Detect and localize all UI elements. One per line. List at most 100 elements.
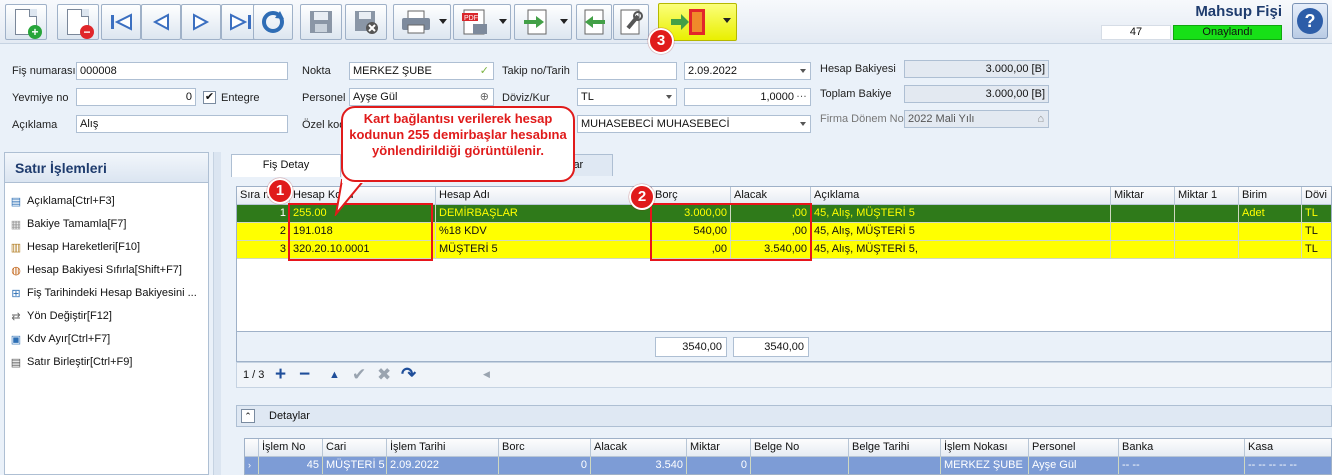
add-row-icon[interactable]: +: [275, 364, 286, 386]
side-item-satir-birlestir[interactable]: ▤ Satır Birleştir[Ctrl+F9]: [9, 353, 133, 371]
cell-aciklama[interactable]: 45, Alış, MÜŞTERİ 5: [811, 205, 1111, 223]
balance-icon: ▦: [10, 218, 22, 231]
refresh-button[interactable]: [253, 4, 293, 40]
cell-doviz[interactable]: TL: [1302, 223, 1331, 241]
col-birim[interactable]: Birim: [1239, 187, 1302, 205]
cell-belge-no[interactable]: [751, 457, 849, 474]
col-aciklama[interactable]: Açıklama: [811, 187, 1111, 205]
col-banka[interactable]: Banka: [1119, 439, 1245, 457]
personel-input[interactable]: Ayşe Gül ⊕: [349, 88, 494, 106]
next-record-button[interactable]: [181, 4, 221, 40]
splitter[interactable]: [213, 152, 221, 475]
first-record-button[interactable]: [101, 4, 141, 40]
cell-belge-tarihi[interactable]: [849, 457, 941, 474]
cell-islem-nokasi[interactable]: MERKEZ ŞUBE: [941, 457, 1029, 474]
personel-value: Ayşe Gül: [353, 91, 398, 103]
col-belge-tarihi[interactable]: Belge Tarihi: [849, 439, 941, 457]
remove-row-icon[interactable]: −: [299, 364, 310, 386]
fis-numarasi-input[interactable]: 000008: [76, 62, 288, 80]
side-item-hesap-hareketleri[interactable]: ▥ Hesap Hareketleri[F10]: [9, 238, 140, 256]
col-belge-no[interactable]: Belge No: [751, 439, 849, 457]
muhasebeci-select[interactable]: MUHASEBECİ MUHASEBECİ: [577, 115, 811, 133]
col-miktar[interactable]: Miktar: [687, 439, 751, 457]
help-button[interactable]: ?: [1292, 3, 1328, 39]
tax-card-icon: ▣: [10, 333, 22, 346]
col-borc[interactable]: Borc: [499, 439, 591, 457]
scroll-left-icon[interactable]: ◀: [483, 369, 490, 380]
cell-personel[interactable]: Ayşe Gül: [1029, 457, 1119, 474]
annotation-badge-1: 1: [267, 178, 293, 204]
cell-hesap-adi[interactable]: %18 KDV: [436, 223, 652, 241]
cancel-icon[interactable]: ✖: [377, 365, 391, 385]
tarih-input[interactable]: 2.09.2022: [684, 62, 811, 80]
cell-doviz[interactable]: TL: [1302, 205, 1331, 223]
cell-birim[interactable]: [1239, 223, 1302, 241]
aciklama-input[interactable]: Alış: [76, 115, 288, 133]
cell-miktar-1[interactable]: [1175, 241, 1239, 259]
col-islem-no[interactable]: İşlem No: [259, 439, 323, 457]
side-item-hesap-bakiyesi-sifirla[interactable]: ◍ Hesap Bakiyesi Sıfırla[Shift+F7]: [9, 261, 182, 279]
cell-kasa[interactable]: -- -- -- -- --: [1245, 457, 1331, 474]
tab-fis-detay[interactable]: Fiş Detay: [231, 154, 341, 177]
kur-input[interactable]: 1,0000…: [684, 88, 811, 106]
col-doviz[interactable]: Dövi: [1302, 187, 1331, 205]
col-miktar[interactable]: Miktar: [1111, 187, 1175, 205]
side-item-yon-degistir[interactable]: ⇄ Yön Değiştir[F12]: [9, 307, 112, 325]
doviz-select[interactable]: TL: [577, 88, 677, 106]
side-item-aciklama[interactable]: ▤ Açıklama[Ctrl+F3]: [9, 192, 115, 210]
cell-aciklama[interactable]: 45, Alış, MÜŞTERİ 5: [811, 223, 1111, 241]
new-document-button[interactable]: +: [5, 4, 47, 40]
cell-hesap-adi[interactable]: MÜŞTERİ 5: [436, 241, 652, 259]
cell-hesap-adi[interactable]: DEMİRBAŞLAR: [436, 205, 652, 223]
cell-islem-tarihi[interactable]: 2.09.2022: [387, 457, 499, 474]
cell-doviz[interactable]: TL: [1302, 241, 1331, 259]
confirm-icon[interactable]: ✔: [352, 365, 366, 385]
detaylar-bar[interactable]: ⌃ Detaylar: [236, 405, 1332, 427]
hesap-bakiyesi-label: Hesap Bakiyesi: [820, 63, 896, 75]
cell-miktar[interactable]: [1111, 205, 1175, 223]
col-miktar-1[interactable]: Miktar 1: [1175, 187, 1239, 205]
export-button[interactable]: [514, 4, 572, 40]
cell-islem-no[interactable]: 45: [259, 457, 323, 474]
col-cari[interactable]: Cari: [323, 439, 387, 457]
cell-aciklama[interactable]: 45, Alış, MÜŞTERİ 5,: [811, 241, 1111, 259]
cell-banka[interactable]: -- --: [1119, 457, 1245, 474]
pdf-export-button[interactable]: PDF: [453, 4, 511, 40]
col-islem-tarihi[interactable]: İşlem Tarihi: [387, 439, 499, 457]
redo-icon[interactable]: ↷: [401, 364, 416, 385]
side-item-fis-tarihindeki-bakiye[interactable]: ⊞ Fiş Tarihindeki Hesap Bakiyesini ...: [9, 284, 196, 302]
col-hesap-adi[interactable]: Hesap Adı: [436, 187, 652, 205]
cell-miktar[interactable]: 0: [687, 457, 751, 474]
col-personel[interactable]: Personel: [1029, 439, 1119, 457]
cell-miktar-1[interactable]: [1175, 223, 1239, 241]
save-cancel-button[interactable]: [345, 4, 387, 40]
cell-alacak[interactable]: 3.540: [591, 457, 687, 474]
print-button[interactable]: [393, 4, 451, 40]
col-kasa[interactable]: Kasa: [1245, 439, 1331, 457]
cell-borc[interactable]: 0: [499, 457, 591, 474]
collapse-icon[interactable]: ⌃: [241, 409, 255, 423]
takip-no-input[interactable]: [577, 62, 677, 80]
entegre-checkbox[interactable]: ✔: [203, 91, 216, 104]
cell-miktar[interactable]: [1111, 223, 1175, 241]
ellipsis-icon: …: [796, 88, 807, 100]
previous-record-button[interactable]: [141, 4, 181, 40]
side-item-bakiye-tamamla[interactable]: ▦ Bakiye Tamamla[F7]: [9, 215, 127, 233]
import-button[interactable]: [576, 4, 612, 40]
cell-miktar-1[interactable]: [1175, 205, 1239, 223]
nokta-input[interactable]: MERKEZ ŞUBE ✓: [349, 62, 494, 80]
tools-button[interactable]: [613, 4, 649, 40]
yevmiye-no-input[interactable]: 0: [76, 88, 196, 106]
delete-document-button[interactable]: −: [57, 4, 99, 40]
cell-cari[interactable]: MÜŞTERİ 5: [323, 457, 387, 474]
cell-birim[interactable]: [1239, 241, 1302, 259]
cell-miktar[interactable]: [1111, 241, 1175, 259]
col-alacak[interactable]: Alacak: [591, 439, 687, 457]
side-item-kdv-ayir[interactable]: ▣ Kdv Ayır[Ctrl+F7]: [9, 330, 110, 348]
muhasebeci-value: MUHASEBECİ MUHASEBECİ: [581, 118, 730, 130]
move-up-icon[interactable]: ▲: [329, 369, 340, 381]
save-button[interactable]: [300, 4, 342, 40]
cell-birim[interactable]: Adet: [1239, 205, 1302, 223]
col-islem-nokasi[interactable]: İşlem Nokası: [941, 439, 1029, 457]
status-badge: Onaylandı: [1173, 25, 1282, 40]
